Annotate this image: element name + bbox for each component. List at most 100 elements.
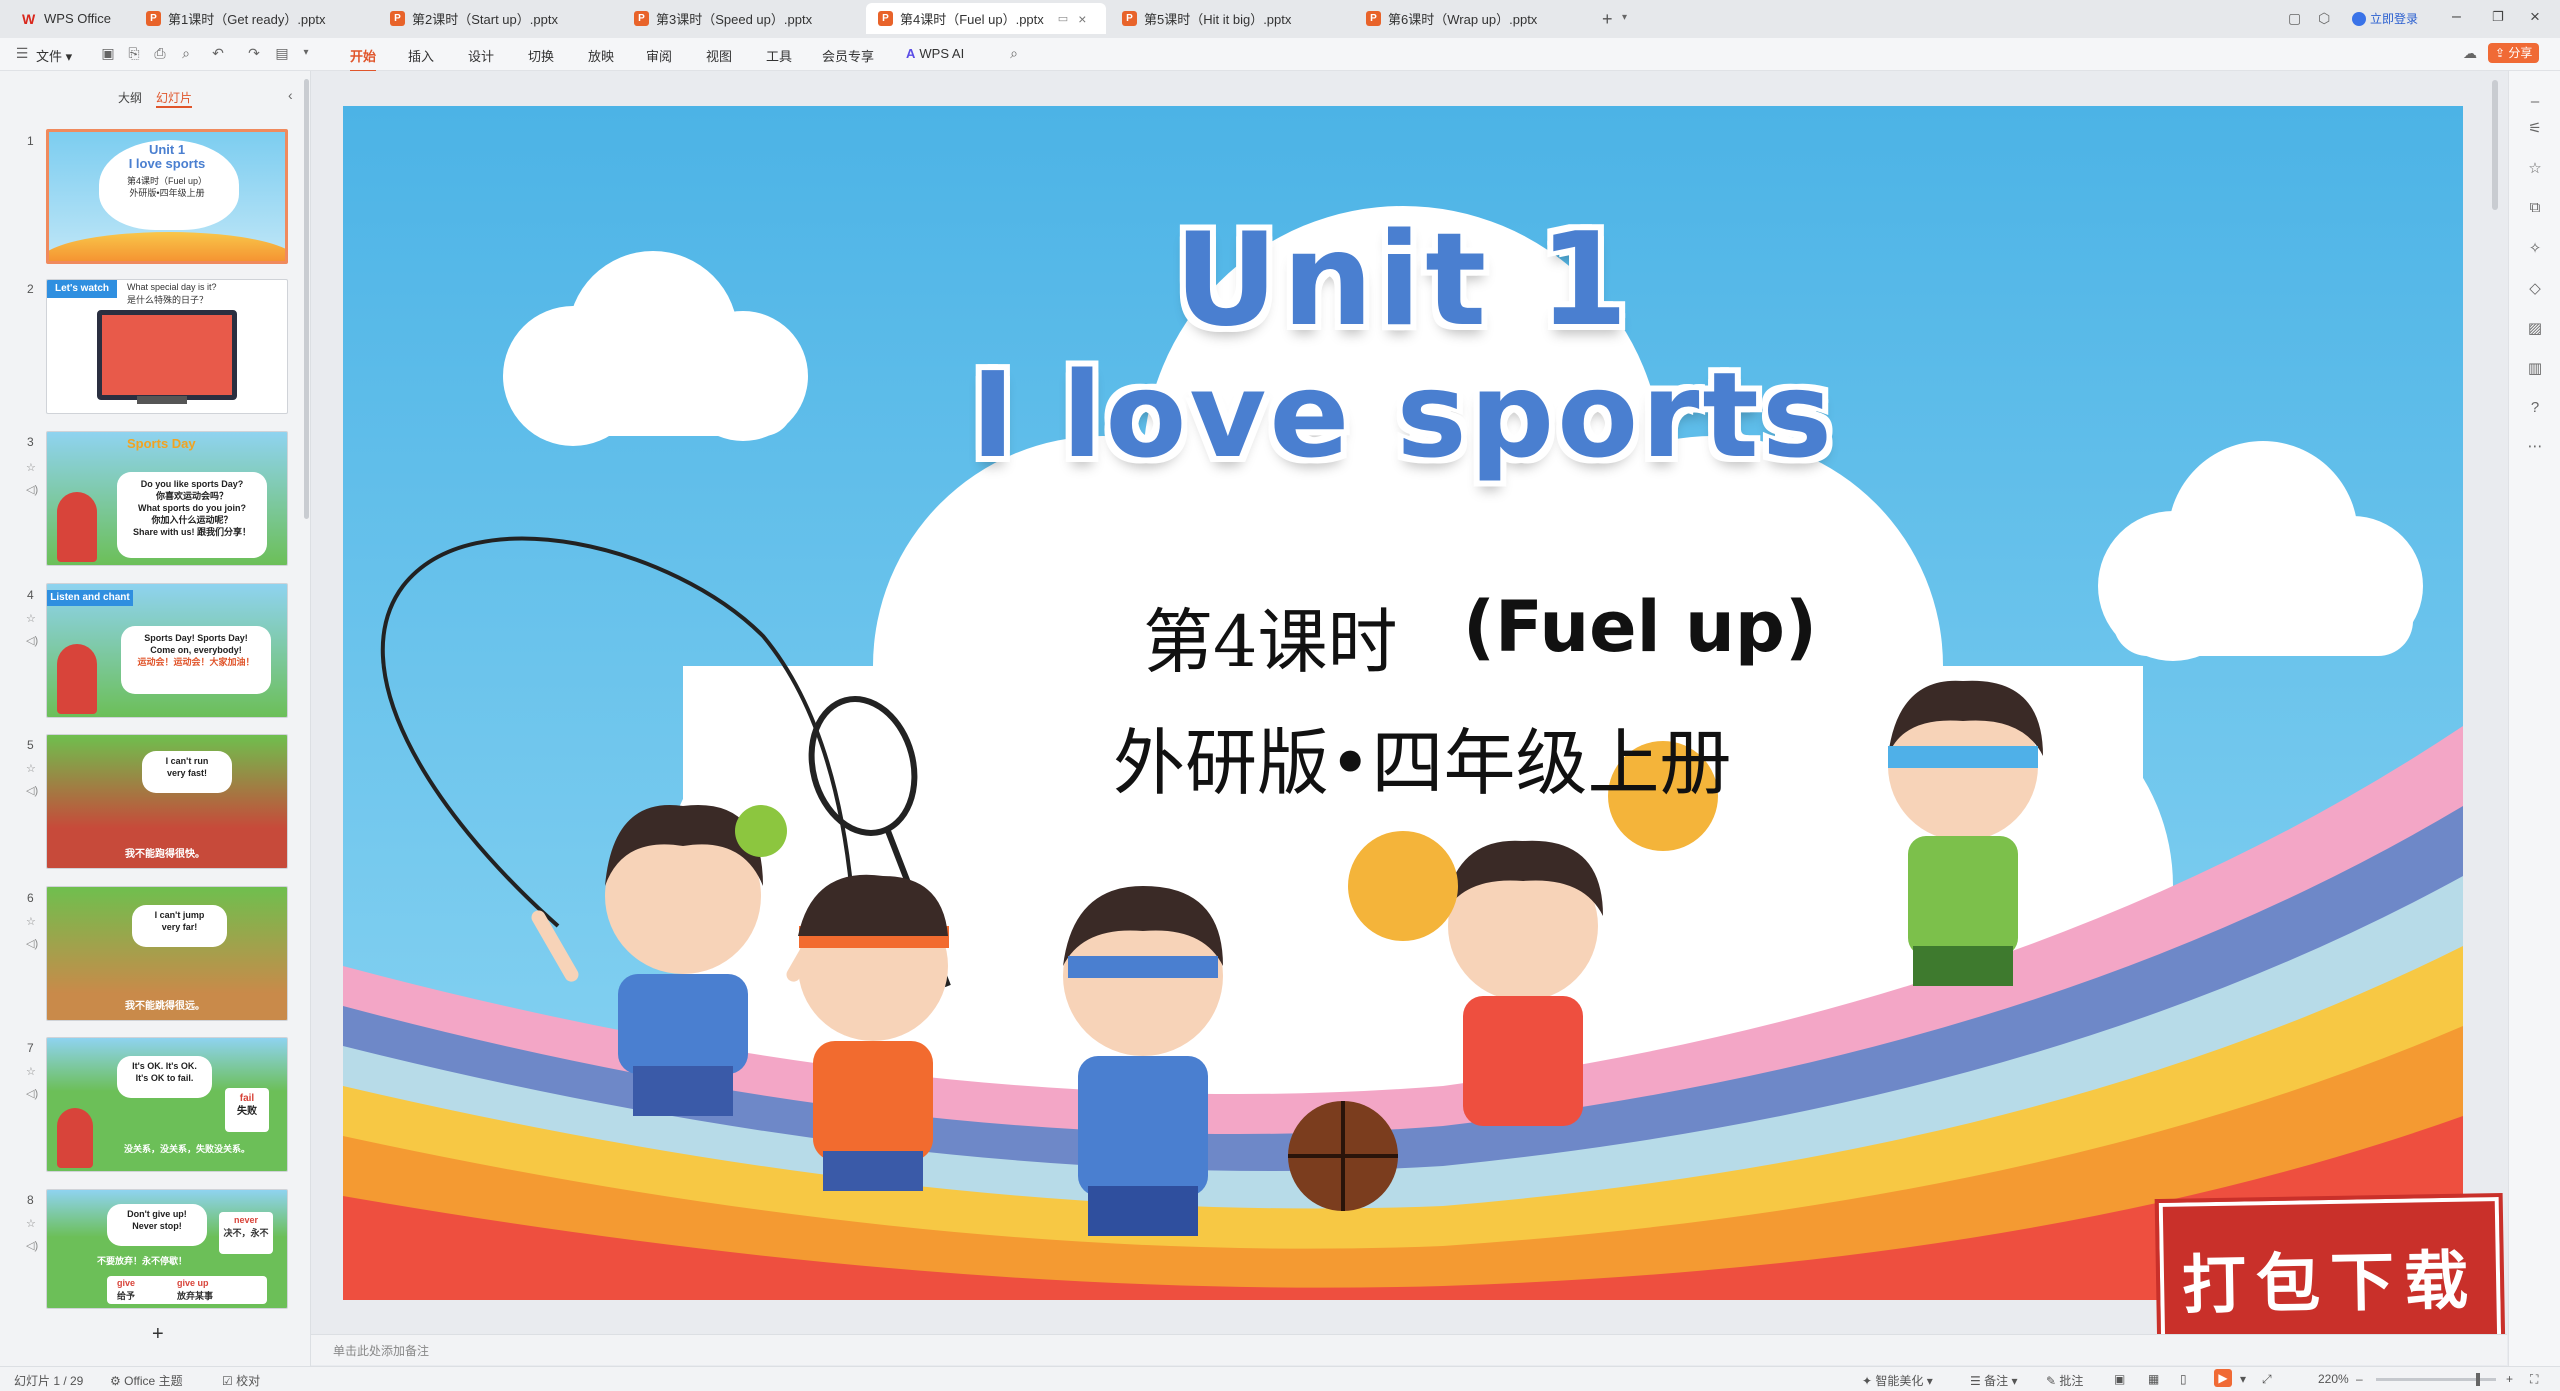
menu-file[interactable]: 文件 ▾ (36, 46, 72, 65)
slide-thumbnail-4[interactable]: Listen and chant Sports Day! Sports Day!… (46, 583, 288, 718)
sound-icon: ◁) (26, 1088, 39, 1100)
format-painter-icon[interactable]: ▤ (274, 45, 290, 61)
slide-thumbnail-6[interactable]: I can't jump very far! 我不能跳得很远。 (46, 886, 288, 1021)
menu-home[interactable]: 开始 (350, 46, 377, 72)
slide-title-topic[interactable]: I love sports (343, 346, 2463, 484)
shape-icon[interactable]: ◇ (2526, 279, 2544, 297)
tab-outline[interactable]: 大纲 (118, 89, 142, 106)
menu-view[interactable]: 视图 (706, 46, 732, 65)
comments-button[interactable]: ✎ 批注 (2046, 1372, 2083, 1389)
thumb-text: I can't jump (154, 910, 205, 920)
magic-icon[interactable]: ✧ (2526, 239, 2544, 257)
menu-member[interactable]: 会员专享 (822, 46, 874, 65)
add-slide-icon[interactable]: + (152, 1323, 164, 1346)
menu-review[interactable]: 审阅 (646, 46, 672, 65)
copy-icon[interactable]: ⧉ (2526, 199, 2544, 217)
notes-button[interactable]: ☰ 备注 ▾ (1970, 1372, 2017, 1389)
slide-thumbnail-2[interactable]: Let's watch What special day is it? 是什么特… (46, 279, 288, 414)
thumb-text: Don't give up! (127, 1209, 187, 1219)
preview-icon[interactable]: ⌕ (178, 45, 194, 61)
more-chevron-icon[interactable]: ▾ (298, 45, 314, 61)
tab-lesson-3[interactable]: P 第3课时（Speed up）.pptx (622, 3, 862, 34)
restore-icon[interactable]: ❐ (2492, 9, 2504, 25)
thumb-text: 跟我们分享！ (197, 527, 252, 537)
zoom-level[interactable]: 220% (2318, 1372, 2349, 1386)
cloud-icon[interactable]: ☁ (2462, 45, 2478, 61)
window-mode-icon[interactable]: ▢ (2288, 10, 2301, 27)
tab-lesson-4[interactable]: P 第4课时（Fuel up）.pptx ▭ × (866, 3, 1106, 34)
canvas-scrollbar[interactable] (2492, 80, 2498, 210)
monitor-icon: ▭ (1057, 13, 1069, 25)
slide-thumbnail-5[interactable]: I can't run very fast! 我不能跑得很快。 (46, 734, 288, 869)
properties-icon[interactable]: ⚟ (2526, 119, 2544, 137)
fit-icon[interactable]: ⤢ (2262, 1372, 2272, 1387)
tab-lesson-1[interactable]: P 第1课时（Get ready）.pptx (134, 3, 374, 34)
menu-tools[interactable]: 工具 (766, 46, 792, 65)
thumb-text: fail (239, 1093, 255, 1104)
minimize-icon[interactable]: – (2452, 8, 2461, 26)
tab-list-chevron-icon[interactable]: ▾ (1622, 12, 1627, 23)
notes-pane[interactable]: 单击此处添加备注 (311, 1334, 2507, 1365)
tab-wps-home[interactable]: W WPS Office (10, 3, 130, 34)
play-options-icon[interactable]: ▾ (2240, 1372, 2246, 1386)
thumb-text: 不要放弃！永不停歇！ (97, 1256, 188, 1266)
export-icon[interactable]: ⎘ (126, 45, 142, 61)
slide-thumbnail-7[interactable]: It's OK. It's OK. It's OK to fail. fail … (46, 1037, 288, 1172)
menu-transition[interactable]: 切换 (528, 46, 554, 65)
login-button[interactable]: 立即登录 (2352, 10, 2418, 27)
menu-insert[interactable]: 插入 (408, 46, 434, 65)
save-icon[interactable]: ▣ (100, 45, 116, 61)
slide-sorter-icon[interactable]: ▦ (2148, 1372, 2159, 1386)
download-stamp[interactable]: 打包下载 (2154, 1192, 2506, 1358)
star-icon[interactable]: ☆ (2526, 159, 2544, 177)
cube-icon[interactable]: ⬡ (2318, 10, 2330, 27)
theme-button[interactable]: ⚙ Office 主题 (110, 1372, 183, 1389)
print-icon[interactable]: ⎙ (152, 45, 168, 61)
pptx-icon: P (146, 11, 161, 26)
reading-view-icon[interactable]: ▯ (2180, 1372, 2187, 1386)
collapse-panel-icon[interactable]: ‹ (288, 87, 293, 103)
slide-lesson-en[interactable]: (Fuel up) (1463, 586, 1817, 668)
redo-icon[interactable]: ↷ (246, 45, 262, 61)
collapse-icon[interactable]: – (2526, 93, 2544, 111)
slide-thumbnail-3[interactable]: Sports Day Do you like sports Day? 你喜欢运动… (46, 431, 288, 566)
panel-scrollbar[interactable] (304, 79, 309, 519)
tab-lesson-6[interactable]: P 第6课时（Wrap up）.pptx (1354, 3, 1594, 34)
menu-design[interactable]: 设计 (468, 46, 494, 65)
tab-label: 第2课时（Start up）.pptx (412, 12, 558, 27)
picture-icon[interactable]: ▨ (2526, 319, 2544, 337)
smart-beautify-button[interactable]: ✦ 智能美化 ▾ (1862, 1372, 1933, 1389)
undo-icon[interactable]: ↶ (210, 45, 226, 61)
help-icon[interactable]: ? (2526, 399, 2544, 417)
hamburger-icon[interactable]: ☰ (14, 45, 30, 61)
fit-window-icon[interactable]: ⛶ (2530, 1372, 2538, 1387)
slide-title-unit[interactable]: Unit 1 (343, 206, 2463, 355)
more-icon[interactable]: ⋯ (2526, 437, 2544, 455)
share-button[interactable]: ⇪ 分享 (2488, 43, 2540, 63)
close-window-icon[interactable]: × (2530, 7, 2540, 27)
menu-wps-ai[interactable]: A WPS AI (906, 46, 964, 61)
zoom-in-icon[interactable]: + (2506, 1372, 2513, 1386)
slide-thumbnail-1[interactable]: Unit 1 I love sports 第4课时（Fuel up） 外研版•四… (46, 129, 288, 264)
close-tab-icon[interactable]: × (1078, 11, 1086, 27)
search-icon[interactable]: ⌕ (1006, 45, 1022, 61)
slide-thumbnail-8[interactable]: Don't give up! Never stop! 不要放弃！永不停歇！ ne… (46, 1189, 288, 1309)
tab-lesson-2[interactable]: P 第2课时（Start up）.pptx (378, 3, 618, 34)
slide-publisher[interactable]: 外研版•四年级上册 (1113, 704, 1731, 809)
slide-canvas[interactable]: Unit 1 I love sports 第4课时 (Fuel up) 外研版•… (343, 106, 2463, 1300)
slide-lesson-cn[interactable]: 第4课时 (1143, 586, 1398, 687)
zoom-slider-handle[interactable] (2476, 1373, 2480, 1386)
zoom-out-icon[interactable]: – (2356, 1372, 2363, 1386)
status-bar: 幻灯片 1 / 29 ⚙ Office 主题 ☑ 校对 ✦ 智能美化 ▾ ☰ 备… (0, 1366, 2560, 1391)
new-tab-icon[interactable]: + (1602, 9, 1613, 30)
menu-slideshow[interactable]: 放映 (588, 46, 614, 65)
play-slideshow-icon[interactable]: ▶ (2214, 1369, 2232, 1387)
proof-button[interactable]: ☑ 校对 (222, 1372, 260, 1389)
tab-lesson-5[interactable]: P 第5课时（Hit it big）.pptx (1110, 3, 1350, 34)
tab-slides[interactable]: 幻灯片 (156, 89, 193, 108)
zoom-slider[interactable] (2376, 1373, 2496, 1386)
word-card: never 决不，永不 (219, 1212, 273, 1254)
normal-view-icon[interactable]: ▣ (2114, 1372, 2125, 1386)
wps-logo-icon: W (22, 10, 36, 27)
book-icon[interactable]: ▥ (2526, 359, 2544, 377)
